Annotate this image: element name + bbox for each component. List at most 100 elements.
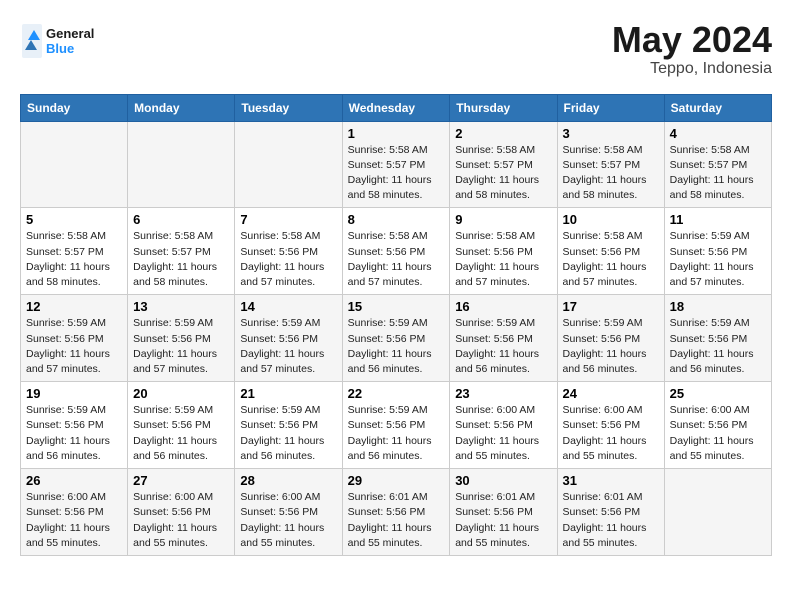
day-number: 12 bbox=[26, 299, 122, 314]
day-number: 14 bbox=[240, 299, 336, 314]
day-info: Sunrise: 6:00 AM Sunset: 5:56 PM Dayligh… bbox=[563, 403, 659, 464]
day-info: Sunrise: 5:58 AM Sunset: 5:56 PM Dayligh… bbox=[240, 229, 336, 290]
calendar-cell: 25 Sunrise: 6:00 AM Sunset: 5:56 PM Dayli… bbox=[664, 382, 771, 469]
header-saturday: Saturday bbox=[664, 94, 771, 121]
calendar-title: May 2024 bbox=[612, 20, 772, 60]
calendar-cell: 13Sunrise: 5:59 AM Sunset: 5:56 PM Dayli… bbox=[128, 295, 235, 382]
calendar-cell: 15Sunrise: 5:59 AM Sunset: 5:56 PM Dayli… bbox=[342, 295, 450, 382]
calendar-cell: 23 Sunrise: 6:00 AM Sunset: 5:56 PM Dayli… bbox=[450, 382, 557, 469]
calendar-cell: 5 Sunrise: 5:58 AM Sunset: 5:57 PM Daylig… bbox=[21, 208, 128, 295]
day-info: Sunrise: 5:59 AM Sunset: 5:56 PM Dayligh… bbox=[26, 316, 122, 377]
day-info: Sunrise: 5:59 AM Sunset: 5:56 PM Dayligh… bbox=[26, 403, 122, 464]
day-number: 7 bbox=[240, 212, 336, 227]
calendar-header: Sunday Monday Tuesday Wednesday Thursday… bbox=[21, 94, 772, 121]
day-number: 30 bbox=[455, 473, 551, 488]
svg-text:General: General bbox=[46, 26, 94, 41]
svg-text:Blue: Blue bbox=[46, 41, 74, 56]
day-number: 26 bbox=[26, 473, 122, 488]
calendar-body: 1 Sunrise: 5:58 AM Sunset: 5:57 PM Daylig… bbox=[21, 121, 772, 555]
day-info: Sunrise: 5:58 AM Sunset: 5:57 PM Dayligh… bbox=[26, 229, 122, 290]
calendar-cell: 27 Sunrise: 6:00 AM Sunset: 5:56 PM Dayli… bbox=[128, 469, 235, 556]
calendar-cell: 17Sunrise: 5:59 AM Sunset: 5:56 PM Dayli… bbox=[557, 295, 664, 382]
header-monday: Monday bbox=[128, 94, 235, 121]
calendar-cell: 19 Sunrise: 5:59 AM Sunset: 5:56 PM Dayli… bbox=[21, 382, 128, 469]
day-number: 27 bbox=[133, 473, 229, 488]
day-number: 4 bbox=[670, 126, 766, 141]
day-number: 8 bbox=[348, 212, 445, 227]
header-friday: Friday bbox=[557, 94, 664, 121]
day-number: 3 bbox=[563, 126, 659, 141]
day-info: Sunrise: 6:01 AM Sunset: 5:56 PM Dayligh… bbox=[348, 490, 445, 551]
day-info: Sunrise: 6:00 AM Sunset: 5:56 PM Dayligh… bbox=[133, 490, 229, 551]
calendar-cell bbox=[21, 121, 128, 208]
day-info: Sunrise: 5:58 AM Sunset: 5:57 PM Dayligh… bbox=[563, 143, 659, 204]
day-number: 23 bbox=[455, 386, 551, 401]
page-header: General Blue May 2024 Teppo, Indonesia bbox=[20, 20, 772, 78]
calendar-week-5: 26 Sunrise: 6:00 AM Sunset: 5:56 PM Dayli… bbox=[21, 469, 772, 556]
calendar-cell: 11Sunrise: 5:59 AM Sunset: 5:56 PM Dayli… bbox=[664, 208, 771, 295]
day-info: Sunrise: 5:59 AM Sunset: 5:56 PM Dayligh… bbox=[348, 316, 445, 377]
day-number: 6 bbox=[133, 212, 229, 227]
header-wednesday: Wednesday bbox=[342, 94, 450, 121]
calendar-cell: 22 Sunrise: 5:59 AM Sunset: 5:56 PM Dayli… bbox=[342, 382, 450, 469]
day-info: Sunrise: 5:59 AM Sunset: 5:56 PM Dayligh… bbox=[455, 316, 551, 377]
calendar-cell: 4 Sunrise: 5:58 AM Sunset: 5:57 PM Daylig… bbox=[664, 121, 771, 208]
day-info: Sunrise: 5:59 AM Sunset: 5:56 PM Dayligh… bbox=[670, 316, 766, 377]
logo-svg: General Blue bbox=[20, 20, 110, 62]
calendar-week-2: 5 Sunrise: 5:58 AM Sunset: 5:57 PM Daylig… bbox=[21, 208, 772, 295]
calendar-cell bbox=[128, 121, 235, 208]
calendar-cell: 21Sunrise: 5:59 AM Sunset: 5:56 PM Dayli… bbox=[235, 382, 342, 469]
logo: General Blue bbox=[20, 20, 110, 62]
calendar-cell: 1 Sunrise: 5:58 AM Sunset: 5:57 PM Daylig… bbox=[342, 121, 450, 208]
day-info: Sunrise: 6:00 AM Sunset: 5:56 PM Dayligh… bbox=[240, 490, 336, 551]
day-info: Sunrise: 5:59 AM Sunset: 5:56 PM Dayligh… bbox=[240, 316, 336, 377]
day-info: Sunrise: 5:59 AM Sunset: 5:56 PM Dayligh… bbox=[670, 229, 766, 290]
day-info: Sunrise: 5:59 AM Sunset: 5:56 PM Dayligh… bbox=[133, 403, 229, 464]
day-info: Sunrise: 6:00 AM Sunset: 5:56 PM Dayligh… bbox=[26, 490, 122, 551]
header-tuesday: Tuesday bbox=[235, 94, 342, 121]
calendar-cell: 16Sunrise: 5:59 AM Sunset: 5:56 PM Dayli… bbox=[450, 295, 557, 382]
day-number: 17 bbox=[563, 299, 659, 314]
calendar-cell: 3 Sunrise: 5:58 AM Sunset: 5:57 PM Daylig… bbox=[557, 121, 664, 208]
day-number: 1 bbox=[348, 126, 445, 141]
day-info: Sunrise: 5:58 AM Sunset: 5:57 PM Dayligh… bbox=[348, 143, 445, 204]
day-number: 22 bbox=[348, 386, 445, 401]
day-number: 2 bbox=[455, 126, 551, 141]
day-info: Sunrise: 5:59 AM Sunset: 5:56 PM Dayligh… bbox=[348, 403, 445, 464]
calendar-week-1: 1 Sunrise: 5:58 AM Sunset: 5:57 PM Daylig… bbox=[21, 121, 772, 208]
day-info: Sunrise: 6:00 AM Sunset: 5:56 PM Dayligh… bbox=[670, 403, 766, 464]
header-sunday: Sunday bbox=[21, 94, 128, 121]
calendar-cell: 10Sunrise: 5:58 AM Sunset: 5:56 PM Dayli… bbox=[557, 208, 664, 295]
calendar-week-4: 19 Sunrise: 5:59 AM Sunset: 5:56 PM Dayli… bbox=[21, 382, 772, 469]
calendar-cell bbox=[235, 121, 342, 208]
calendar-cell: 18 Sunrise: 5:59 AM Sunset: 5:56 PM Dayli… bbox=[664, 295, 771, 382]
day-info: Sunrise: 5:58 AM Sunset: 5:57 PM Dayligh… bbox=[670, 143, 766, 204]
calendar-cell: 2Sunrise: 5:58 AM Sunset: 5:57 PM Daylig… bbox=[450, 121, 557, 208]
day-number: 18 bbox=[670, 299, 766, 314]
day-info: Sunrise: 5:58 AM Sunset: 5:57 PM Dayligh… bbox=[133, 229, 229, 290]
day-number: 24 bbox=[563, 386, 659, 401]
calendar-cell: 28 Sunrise: 6:00 AM Sunset: 5:56 PM Dayli… bbox=[235, 469, 342, 556]
calendar-cell: 7 Sunrise: 5:58 AM Sunset: 5:56 PM Daylig… bbox=[235, 208, 342, 295]
day-number: 25 bbox=[670, 386, 766, 401]
title-block: May 2024 Teppo, Indonesia bbox=[612, 20, 772, 78]
day-number: 5 bbox=[26, 212, 122, 227]
day-number: 9 bbox=[455, 212, 551, 227]
calendar-cell: 24 Sunrise: 6:00 AM Sunset: 5:56 PM Dayli… bbox=[557, 382, 664, 469]
calendar-cell: 12 Sunrise: 5:59 AM Sunset: 5:56 PM Dayli… bbox=[21, 295, 128, 382]
day-number: 13 bbox=[133, 299, 229, 314]
day-number: 28 bbox=[240, 473, 336, 488]
calendar-cell: 9Sunrise: 5:58 AM Sunset: 5:56 PM Daylig… bbox=[450, 208, 557, 295]
header-thursday: Thursday bbox=[450, 94, 557, 121]
calendar-location: Teppo, Indonesia bbox=[612, 60, 772, 78]
calendar-cell bbox=[664, 469, 771, 556]
calendar-cell: 6 Sunrise: 5:58 AM Sunset: 5:57 PM Daylig… bbox=[128, 208, 235, 295]
calendar-cell: 26 Sunrise: 6:00 AM Sunset: 5:56 PM Dayli… bbox=[21, 469, 128, 556]
day-info: Sunrise: 6:00 AM Sunset: 5:56 PM Dayligh… bbox=[455, 403, 551, 464]
day-info: Sunrise: 6:01 AM Sunset: 5:56 PM Dayligh… bbox=[563, 490, 659, 551]
calendar-cell: 8Sunrise: 5:58 AM Sunset: 5:56 PM Daylig… bbox=[342, 208, 450, 295]
calendar-cell: 14 Sunrise: 5:59 AM Sunset: 5:56 PM Dayli… bbox=[235, 295, 342, 382]
day-number: 21 bbox=[240, 386, 336, 401]
day-number: 31 bbox=[563, 473, 659, 488]
day-number: 19 bbox=[26, 386, 122, 401]
